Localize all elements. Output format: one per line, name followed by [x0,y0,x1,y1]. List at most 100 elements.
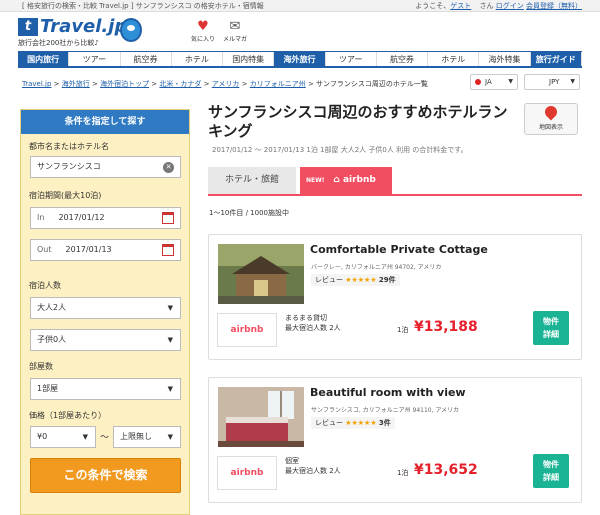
room-capacity: 最大宿泊人数 2人 [285,467,341,475]
search-panel-title: 条件を指定して探す [21,110,189,134]
mail-icon: ✉ [229,19,241,34]
period-label: 宿泊期間(最大10泊) [29,191,102,200]
nav-domestic-travel[interactable]: 国内旅行 [18,52,70,66]
chevron-down-icon: ▼ [82,433,88,441]
new-badge: NEW! [306,177,325,184]
tab-underline [208,194,582,196]
clear-icon[interactable]: ✕ [163,162,174,173]
breadcrumb-link[interactable]: アメリカ [212,80,240,88]
nav-domestic-tour[interactable]: ツアー [69,52,121,66]
property-detail-button[interactable]: 物件 詳細 [533,454,569,488]
search-panel: 条件を指定して探す 都市名またはホテル名 サンフランシスコ ✕ 宿泊期間(最大1… [20,109,190,515]
review-count[interactable]: 29件 [379,276,396,284]
price-max-select[interactable]: 上限無し ▼ [113,426,181,448]
page-title: サンフランシスコ周辺のおすすめホテルランキング [208,103,508,140]
rating-stars: ★★★★★ [345,419,377,427]
nav-domestic-hotel[interactable]: ホテル [171,52,224,66]
city-label: 都市名またはホテル名 [29,142,109,151]
city-value: サンフランシスコ [37,162,101,171]
review-count[interactable]: 3件 [379,419,391,427]
site-logo[interactable]: t Travel.jp 旅行会社200社から比較♪ [18,16,178,47]
nav-domestic-feature[interactable]: 国内特集 [223,52,275,66]
guests-label: 宿泊人数 [29,281,61,290]
breadcrumb-link[interactable]: 北米・カナダ [159,80,201,88]
room-type: まるまる貸切 [285,314,327,322]
price-label: 価格（1部屋あたり） [29,411,107,420]
listing-photo[interactable] [218,244,304,304]
breadcrumb-link[interactable]: Travel.jp [22,80,51,88]
currency-value: JPY [549,78,560,86]
provider-logo: airbnb [217,313,277,347]
logo-text: Travel.jp [40,16,128,37]
site-caption: [ 格安旅行の検索・比較 Travel.jp ] サンフランシスコ の格安ホテル… [22,2,264,10]
listing-address: バークレー, カリフォルニア州 94702, アメリカ [311,264,442,271]
welcome-text: ようこそ、ゲスト さん [415,2,494,10]
city-input[interactable]: サンフランシスコ ✕ [30,156,181,178]
tab-airbnb[interactable]: NEW! ⌂ airbnb [300,167,392,194]
rooms-select[interactable]: 1部屋 ▼ [30,378,181,400]
listing-address: サンフランシスコ, カリフォルニア州 94110, アメリカ [311,407,460,414]
heart-icon: ♥ [197,19,209,34]
listing-name[interactable]: Beautiful room with view [310,386,466,399]
language-select[interactable]: JA ▼ [470,74,518,90]
per-night-label: 1泊 [397,469,409,477]
user-links: ようこそ、ゲスト さん ログイン 会員登録（無料） [409,0,582,12]
logo-badge: t [18,18,38,36]
listing-name[interactable]: Comfortable Private Cottage [310,243,488,256]
register-link[interactable]: 会員登録（無料） [526,2,582,10]
rooms-value: 1部屋 [37,384,59,393]
property-detail-button[interactable]: 物件 詳細 [533,311,569,345]
chevron-down-icon: ▼ [570,78,575,85]
children-select[interactable]: 子供0人 ▼ [30,329,181,351]
login-link[interactable]: ログイン [496,2,524,10]
nav-domestic-flight[interactable]: 航空券 [120,52,172,66]
breadcrumb-current: サンフランシスコ周辺のホテル一覧 [316,80,428,88]
listing-card: Beautiful room with view サンフランシスコ, カリフォル… [208,377,582,503]
chevron-down-icon: ▼ [167,385,173,393]
search-button[interactable]: この条件で検索 [30,458,181,493]
listing-price: ¥13,652 [414,462,478,478]
price-min-value: ¥0 [37,432,48,441]
nav-travel-guide[interactable]: 旅行ガイド [530,52,582,66]
breadcrumb-link[interactable]: 海外宿泊トップ [100,80,149,88]
listing-price: ¥13,188 [414,319,478,335]
airbnb-logo: ⌂ airbnb [333,175,376,185]
listing-photo[interactable] [218,387,304,447]
checkout-label: Out [37,245,52,254]
per-night-label: 1泊 [397,326,409,334]
map-view-button[interactable]: 地図表示 [524,103,578,135]
price-range-tilde: 〜 [100,433,110,443]
adults-select[interactable]: 大人2人 ▼ [30,297,181,319]
nav-overseas-tour[interactable]: ツアー [325,52,377,66]
nav-overseas-feature[interactable]: 海外特集 [479,52,531,66]
chevron-down-icon: ▼ [167,336,173,344]
logo-tagline: 旅行会社200社から比較♪ [18,39,99,47]
tab-hotel[interactable]: ホテル・旅館 [208,167,296,194]
main-nav: 国内旅行 ツアー 航空券 ホテル 国内特集 海外旅行 ツアー 航空券 ホテル 海… [18,51,582,68]
nav-overseas-flight[interactable]: 航空券 [376,52,429,66]
breadcrumb-link[interactable]: カリフォルニア州 [250,80,306,88]
guest-link[interactable]: ゲスト [450,2,471,10]
favorites-button[interactable]: ♥ 気に入り [188,19,218,44]
nav-overseas-travel[interactable]: 海外旅行 [274,52,326,66]
checkin-input[interactable]: In 2017/01/12 [30,207,181,229]
result-count: 1〜10件目 / 1000施設中 [209,209,289,217]
checkout-date: 2017/01/13 [65,245,112,254]
rating-stars: ★★★★★ [345,276,377,284]
chevron-down-icon: ▼ [167,304,173,312]
price-max-value: 上限無し [120,432,152,441]
checkout-input[interactable]: Out 2017/01/13 [30,239,181,261]
provider-logo: airbnb [217,456,277,490]
currency-select[interactable]: JPY ▼ [524,74,580,90]
map-pin-icon [542,103,560,121]
room-type: 個室 [285,457,299,465]
calendar-icon[interactable] [162,212,174,224]
calendar-icon[interactable] [162,244,174,256]
top-info-bar: [ 格安旅行の検索・比較 Travel.jp ] サンフランシスコ の格安ホテル… [0,0,600,12]
breadcrumb-link[interactable]: 海外旅行 [62,80,90,88]
map-view-label: 地図表示 [538,124,563,131]
nav-overseas-hotel[interactable]: ホテル [428,52,480,66]
room-info: まるまる貸切 最大宿泊人数 2人 [285,313,341,333]
newsletter-button[interactable]: ✉ メルマガ [220,19,250,44]
price-min-select[interactable]: ¥0 ▼ [30,426,96,448]
